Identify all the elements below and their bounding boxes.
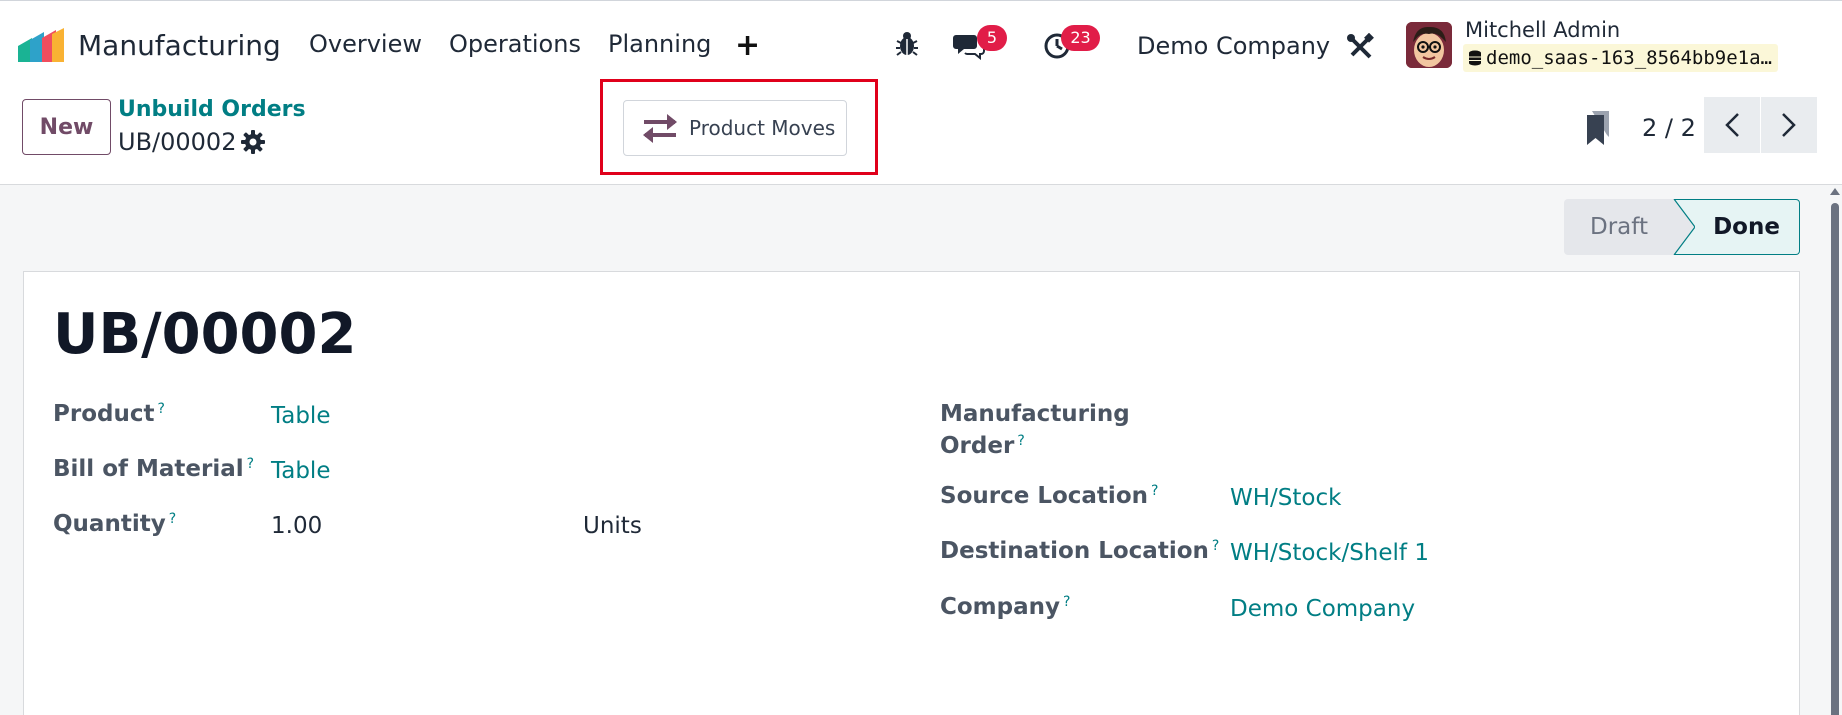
stage-done[interactable]: Done (1673, 199, 1800, 255)
status-bar: Draft Done (1564, 199, 1800, 255)
bom-label-text: Bill of Material (53, 456, 244, 482)
bookmark-icon[interactable] (1585, 111, 1611, 145)
transfer-arrows-icon (643, 114, 677, 143)
pager-next-button[interactable] (1761, 97, 1817, 153)
company-label: Company? (940, 594, 1070, 620)
breadcrumb-current-record: UB/00002 (118, 128, 237, 156)
company-switcher[interactable]: Demo Company (1137, 32, 1330, 60)
destination-location-help-icon[interactable]: ? (1212, 538, 1219, 554)
form-sheet: UB/00002 Product? Table Bill of Material… (23, 271, 1800, 715)
company-value[interactable]: Demo Company (1230, 596, 1415, 622)
menu-operations[interactable]: Operations (449, 30, 581, 58)
database-name: demo_saas-163_8564bb9e1a… (1463, 44, 1778, 72)
quantity-value[interactable]: 1.00 (271, 513, 322, 539)
scroll-up-arrow-icon[interactable] (1830, 188, 1840, 195)
product-label: Product? (53, 401, 165, 427)
quantity-label-text: Quantity (53, 511, 166, 537)
new-button[interactable]: New (22, 99, 111, 155)
destination-location-label: Destination Location? (940, 538, 1219, 564)
menu-overview[interactable]: Overview (309, 30, 422, 58)
source-location-help-icon[interactable]: ? (1151, 483, 1158, 499)
user-avatar[interactable] (1406, 22, 1452, 68)
chevron-left-icon (1725, 113, 1739, 137)
avatar-face-icon (1406, 22, 1452, 68)
stage-draft[interactable]: Draft (1564, 199, 1674, 255)
messages-badge: 5 (977, 25, 1007, 51)
debug-bug-icon[interactable] (895, 31, 919, 57)
app-name: Manufacturing (78, 28, 281, 62)
pager-value[interactable]: 2 / 2 (1642, 114, 1696, 142)
product-help-icon[interactable]: ? (157, 401, 164, 417)
form-content-area: Draft Done UB/00002 Product? Table Bill … (0, 185, 1842, 715)
pager-previous-button[interactable] (1704, 97, 1760, 153)
stage-arrow-icon (1673, 199, 1695, 255)
bom-label: Bill of Material? (53, 456, 254, 482)
quantity-label: Quantity? (53, 511, 176, 537)
mo-label-line1: Manufacturing (940, 401, 1130, 427)
scrollbar-thumb[interactable] (1831, 203, 1839, 715)
source-location-label-text: Source Location (940, 483, 1148, 509)
bom-value[interactable]: Table (271, 458, 330, 484)
activities-badge: 23 (1061, 25, 1100, 51)
product-value[interactable]: Table (271, 403, 330, 429)
control-panel: New Unbuild Orders UB/00002 Product Move… (0, 79, 1842, 185)
mo-label: Order? (940, 433, 1025, 459)
vertical-scrollbar[interactable] (1827, 185, 1842, 715)
record-title: UB/00002 (53, 302, 357, 367)
user-name[interactable]: Mitchell Admin (1465, 18, 1620, 42)
menu-planning[interactable]: Planning (608, 30, 711, 58)
main-navbar: Manufacturing Overview Operations Planni… (0, 4, 1842, 84)
product-label-text: Product (53, 401, 155, 427)
destination-location-label-text: Destination Location (940, 538, 1209, 564)
stage-done-label: Done (1713, 214, 1780, 240)
company-help-icon[interactable]: ? (1063, 594, 1070, 610)
database-icon (1469, 50, 1481, 66)
company-label-text: Company (940, 594, 1060, 620)
tools-settings-icon[interactable] (1346, 33, 1374, 61)
app-brand[interactable]: Manufacturing (18, 28, 281, 62)
gear-icon[interactable] (241, 130, 265, 154)
quantity-help-icon[interactable]: ? (169, 511, 176, 527)
destination-location-value[interactable]: WH/Stock/Shelf 1 (1230, 540, 1429, 566)
mo-help-icon[interactable]: ? (1017, 433, 1024, 449)
product-moves-label: Product Moves (689, 116, 836, 140)
uom-value[interactable]: Units (583, 513, 642, 539)
plus-icon[interactable]: + (735, 28, 760, 63)
database-name-text: demo_saas-163_8564bb9e1a… (1486, 47, 1772, 69)
source-location-value[interactable]: WH/Stock (1230, 485, 1341, 511)
breadcrumb-unbuild-orders[interactable]: Unbuild Orders (118, 97, 306, 122)
source-location-label: Source Location? (940, 483, 1158, 509)
product-moves-smart-button[interactable]: Product Moves (623, 100, 847, 156)
mo-label-text: Order (940, 433, 1015, 459)
bom-help-icon[interactable]: ? (247, 456, 254, 472)
chevron-right-icon (1782, 113, 1796, 137)
manufacturing-app-icon (18, 28, 64, 62)
